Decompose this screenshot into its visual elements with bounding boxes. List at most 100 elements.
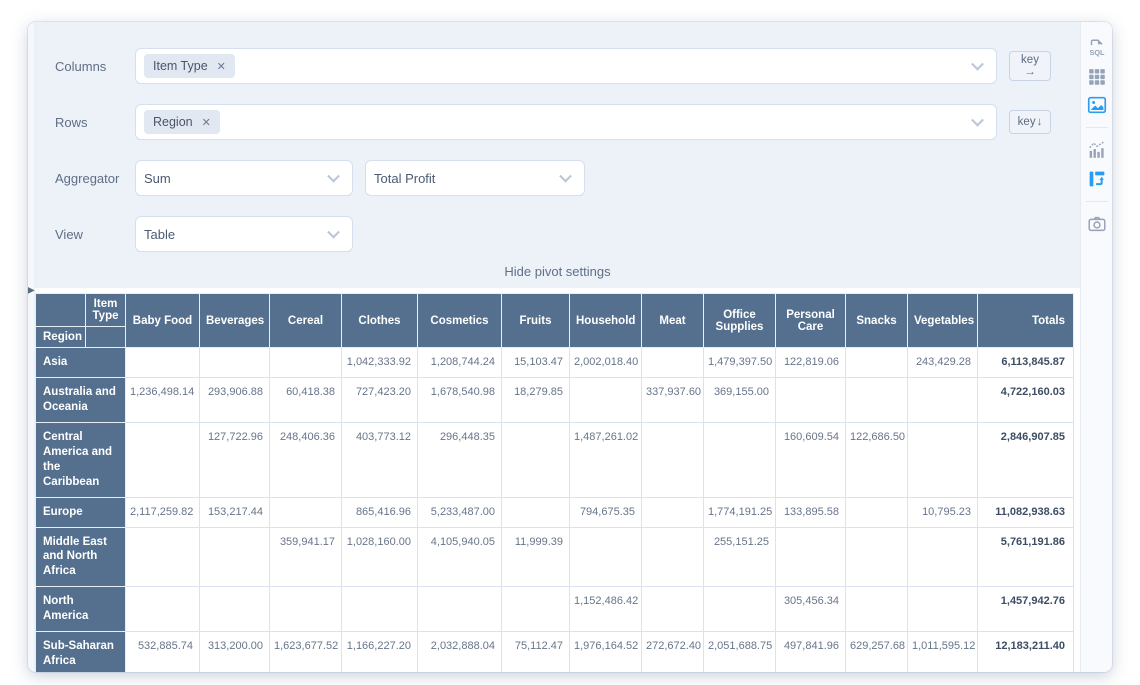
value-cell: 122,686.50 bbox=[846, 422, 908, 497]
aggregator-label: Aggregator bbox=[55, 171, 135, 186]
chevron-down-icon[interactable] bbox=[971, 114, 984, 127]
value-cell bbox=[126, 422, 200, 497]
value-cell: 497,841.96 bbox=[776, 632, 846, 672]
row-axis-label: Region bbox=[36, 327, 86, 348]
value-cell: 10,795.23 bbox=[908, 497, 978, 527]
columns-key-button[interactable]: key → bbox=[1009, 51, 1051, 81]
table-row: Europe2,117,259.82153,217.44865,416.965,… bbox=[36, 497, 1074, 527]
corner-cell bbox=[36, 294, 86, 327]
row-label: Sub-Saharan Africa bbox=[36, 632, 126, 672]
columns-select[interactable]: Item Type ✕ bbox=[135, 48, 997, 84]
value-cell bbox=[642, 348, 704, 378]
bar-chart-icon[interactable] bbox=[1086, 139, 1108, 161]
key-label: key bbox=[1018, 116, 1036, 128]
pivot-table: Item TypeBaby FoodBeveragesCerealClothes… bbox=[35, 293, 1074, 672]
aggregator-select[interactable]: Sum bbox=[135, 160, 353, 196]
value-cell: 313,200.00 bbox=[200, 632, 270, 672]
value-cell: 122,819.06 bbox=[776, 348, 846, 378]
view-select[interactable]: Table bbox=[135, 216, 353, 252]
value-cell: 11,999.39 bbox=[502, 527, 570, 587]
value-cell: 293,906.88 bbox=[200, 377, 270, 422]
arrow-right-icon: → bbox=[1024, 66, 1036, 78]
right-toolbar: SQL bbox=[1080, 22, 1112, 672]
remove-rows-tag-icon[interactable]: ✕ bbox=[202, 116, 211, 129]
rows-tag-label: Region bbox=[153, 115, 193, 129]
col-header: Beverages bbox=[200, 294, 270, 348]
view-row: View Table bbox=[55, 216, 1080, 252]
chevron-down-icon[interactable] bbox=[327, 170, 340, 183]
value-cell: 248,406.36 bbox=[270, 422, 342, 497]
row-total-cell: 12,183,211.40 bbox=[978, 632, 1074, 672]
value-cell: 133,895.58 bbox=[776, 497, 846, 527]
pivot-settings: Columns Item Type ✕ key → Rows R bbox=[35, 22, 1080, 288]
value-cell bbox=[502, 587, 570, 632]
blank-cell bbox=[86, 327, 126, 348]
value-cell: 296,448.35 bbox=[418, 422, 502, 497]
col-header: Clothes bbox=[342, 294, 418, 348]
value-cell bbox=[642, 527, 704, 587]
value-cell bbox=[908, 377, 978, 422]
value-cell bbox=[502, 422, 570, 497]
value-cell: 1,479,397.50 bbox=[704, 348, 776, 378]
value-cell: 403,773.12 bbox=[342, 422, 418, 497]
chevron-down-icon[interactable] bbox=[327, 226, 340, 239]
aggregator-row: Aggregator Sum Total Profit bbox=[55, 160, 1080, 196]
columns-tag[interactable]: Item Type ✕ bbox=[144, 54, 235, 78]
value-cell bbox=[846, 527, 908, 587]
value-cell bbox=[570, 377, 642, 422]
value-cell: 369,155.00 bbox=[704, 377, 776, 422]
rows-label: Rows bbox=[55, 115, 135, 130]
row-total-cell: 1,457,942.76 bbox=[978, 587, 1074, 632]
value-cell: 2,002,018.40 bbox=[570, 348, 642, 378]
value-cell bbox=[704, 587, 776, 632]
hide-pivot-settings-link[interactable]: Hide pivot settings bbox=[35, 264, 1080, 279]
view-value: Table bbox=[144, 227, 175, 242]
value-cell: 5,233,487.00 bbox=[418, 497, 502, 527]
value-cell bbox=[342, 587, 418, 632]
chevron-down-icon[interactable] bbox=[559, 170, 572, 183]
value-cell bbox=[200, 527, 270, 587]
value-cell: 60,418.38 bbox=[270, 377, 342, 422]
value-cell: 4,105,940.05 bbox=[418, 527, 502, 587]
value-cell: 359,941.17 bbox=[270, 527, 342, 587]
value-cell: 532,885.74 bbox=[126, 632, 200, 672]
value-cell: 272,672.40 bbox=[642, 632, 704, 672]
rows-tag[interactable]: Region ✕ bbox=[144, 110, 220, 134]
value-cell: 160,609.54 bbox=[776, 422, 846, 497]
chevron-down-icon[interactable] bbox=[971, 58, 984, 71]
column-axis-label: Item Type bbox=[86, 294, 126, 327]
sql-icon[interactable]: SQL bbox=[1086, 36, 1108, 58]
grid-icon[interactable] bbox=[1086, 65, 1108, 87]
arrow-down-icon: ↓ bbox=[1037, 116, 1043, 128]
value-cell bbox=[200, 348, 270, 378]
value-cell: 255,151.25 bbox=[704, 527, 776, 587]
col-header: Office Supplies bbox=[704, 294, 776, 348]
camera-icon[interactable] bbox=[1086, 213, 1108, 235]
rows-select[interactable]: Region ✕ bbox=[135, 104, 997, 140]
rows-row: Rows Region ✕ key ↓ bbox=[55, 104, 1080, 140]
table-row: Central America and the Caribbean127,722… bbox=[36, 422, 1074, 497]
aggregator-field-select[interactable]: Total Profit bbox=[365, 160, 585, 196]
toolbar-divider bbox=[1086, 127, 1108, 128]
view-label: View bbox=[55, 227, 135, 242]
collapse-panel-arrow-icon[interactable]: ▶ bbox=[28, 285, 35, 296]
value-cell: 1,152,486.42 bbox=[570, 587, 642, 632]
value-cell: 629,257.68 bbox=[846, 632, 908, 672]
pivot-icon[interactable] bbox=[1086, 168, 1108, 190]
value-cell bbox=[502, 497, 570, 527]
image-icon[interactable] bbox=[1086, 94, 1108, 116]
value-cell bbox=[270, 348, 342, 378]
pivot-table-area: Item TypeBaby FoodBeveragesCerealClothes… bbox=[35, 288, 1080, 672]
row-label: Australia and Oceania bbox=[36, 377, 126, 422]
value-cell: 1,678,540.98 bbox=[418, 377, 502, 422]
value-cell: 1,774,191.25 bbox=[704, 497, 776, 527]
row-total-cell: 5,761,191.86 bbox=[978, 527, 1074, 587]
columns-row: Columns Item Type ✕ key → bbox=[55, 48, 1080, 84]
value-cell: 1,236,498.14 bbox=[126, 377, 200, 422]
rows-key-button[interactable]: key ↓ bbox=[1009, 110, 1051, 134]
table-row: Asia1,042,333.921,208,744.2415,103.472,0… bbox=[36, 348, 1074, 378]
value-cell bbox=[776, 527, 846, 587]
remove-columns-tag-icon[interactable]: ✕ bbox=[217, 60, 226, 73]
value-cell bbox=[270, 497, 342, 527]
value-cell: 1,208,744.24 bbox=[418, 348, 502, 378]
